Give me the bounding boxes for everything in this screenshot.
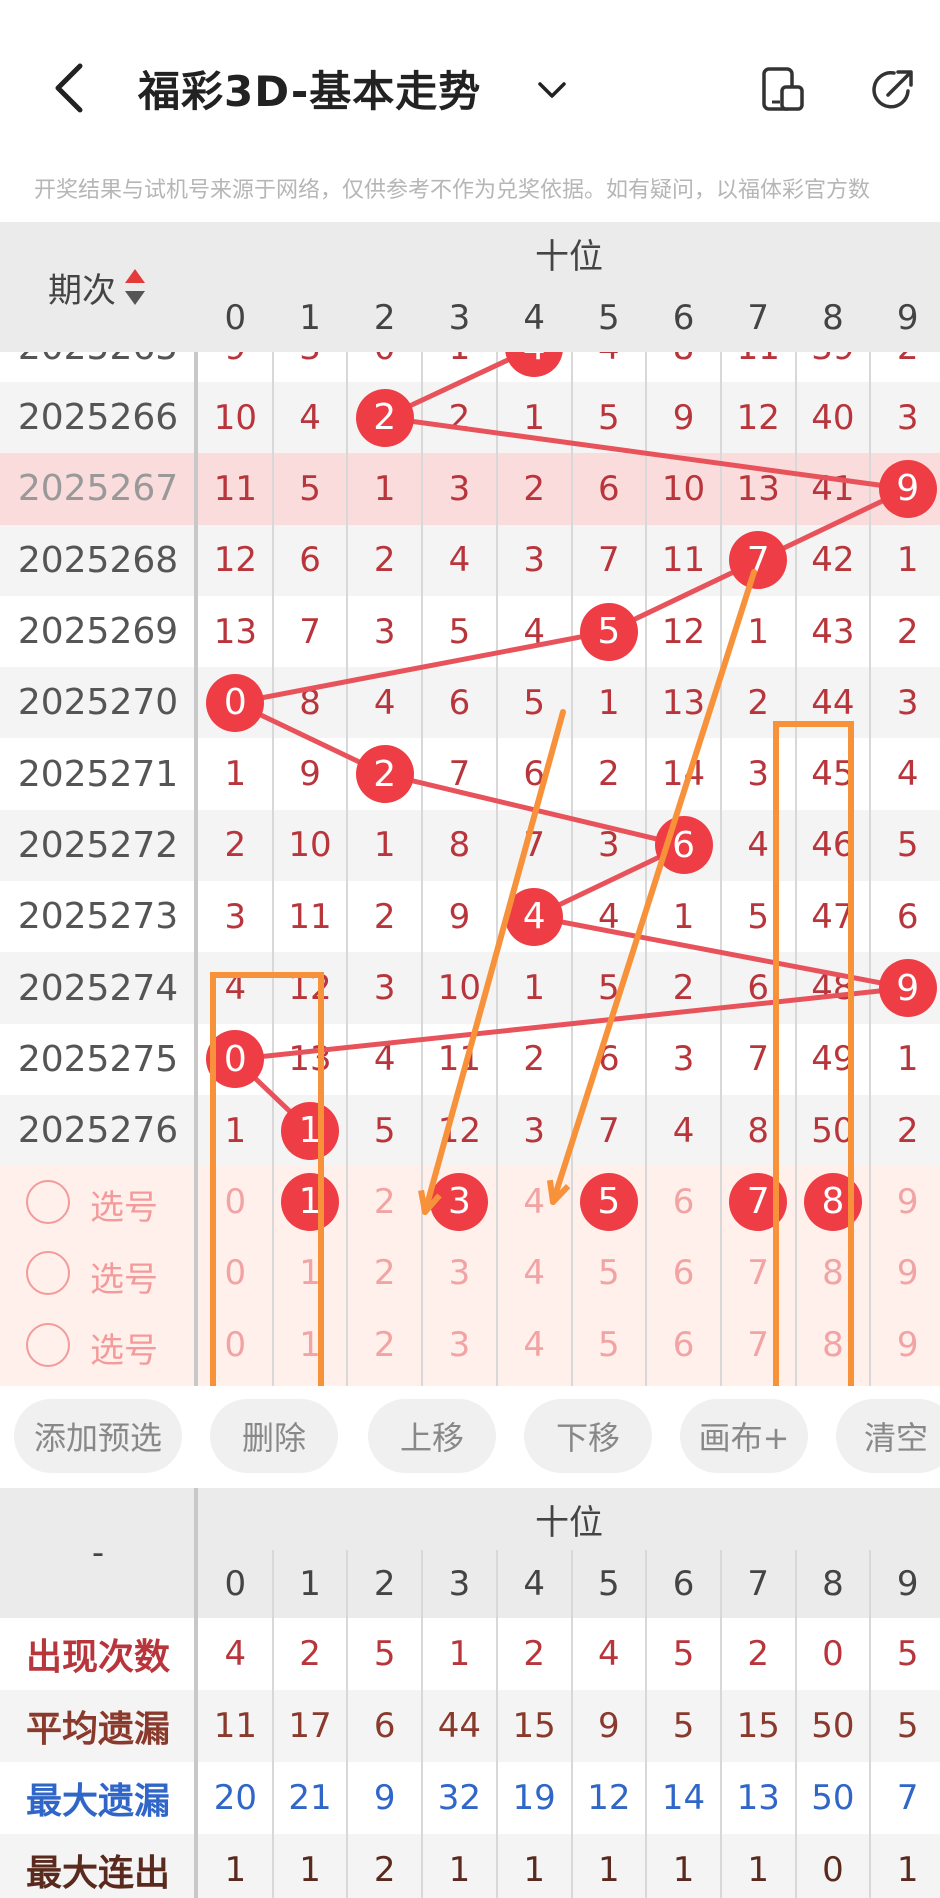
app-header: 福彩3D-基本走势 bbox=[0, 0, 940, 150]
action-button[interactable]: 清空 bbox=[836, 1399, 940, 1473]
page-title[interactable]: 福彩3D-基本走势 bbox=[138, 58, 481, 119]
stats-column-header: 1 bbox=[299, 1564, 321, 1604]
chevron-down-icon[interactable] bbox=[532, 70, 572, 110]
stats-cell: 1 bbox=[224, 1850, 247, 1890]
action-button[interactable]: 上移 bbox=[368, 1399, 496, 1473]
stats-cell: 1 bbox=[523, 1850, 545, 1890]
stats-cell: 11 bbox=[213, 1706, 257, 1746]
stats-corner: - bbox=[91, 1533, 105, 1573]
stats-cell: 20 bbox=[213, 1778, 257, 1818]
annotation-box-left bbox=[210, 972, 324, 1386]
stats-cell: 4 bbox=[598, 1634, 620, 1674]
stats-cell: 15 bbox=[736, 1706, 780, 1746]
annotation-box-right bbox=[773, 721, 854, 1386]
stats-column-header: 8 bbox=[822, 1564, 844, 1604]
action-button[interactable]: 画布+ bbox=[680, 1399, 808, 1473]
stats-cell: 2 bbox=[373, 1850, 396, 1890]
stats-cell: 50 bbox=[811, 1778, 855, 1818]
stats-cell: 9 bbox=[373, 1778, 396, 1818]
stats-cell: 13 bbox=[736, 1778, 780, 1818]
stats-cell: 5 bbox=[672, 1706, 695, 1746]
chevron-left-icon[interactable] bbox=[40, 58, 100, 118]
stats-cell: 19 bbox=[512, 1778, 556, 1818]
stats-cell: 21 bbox=[288, 1778, 332, 1818]
stats-row-label: 最大遗漏 bbox=[25, 1781, 170, 1822]
stats-cell: 50 bbox=[811, 1706, 855, 1746]
annotation-layer bbox=[210, 569, 854, 1386]
trend-table: 期次 十位 0123456789 20252659301481139220252… bbox=[0, 222, 940, 1386]
stats-cell: 17 bbox=[288, 1706, 332, 1746]
stats-cell: 14 bbox=[661, 1778, 706, 1818]
stats-cell: 2 bbox=[299, 1634, 321, 1674]
stats-column-header: 0 bbox=[224, 1564, 247, 1604]
stats-column-header: 5 bbox=[598, 1564, 620, 1604]
stats-cell: 0 bbox=[822, 1634, 844, 1674]
stats-column-header: 9 bbox=[896, 1564, 919, 1604]
stats-cell: 2 bbox=[523, 1634, 545, 1674]
stats-cell: 6 bbox=[373, 1706, 396, 1746]
stats-column-header: 2 bbox=[373, 1564, 396, 1604]
stats-cell: 9 bbox=[598, 1706, 620, 1746]
stats-cell: 15 bbox=[512, 1706, 556, 1746]
stats-table: - 十位 0 1 2 3 4 5 6 7 8 9 出现次数 4 2 5 1 2 4 5 2 0 5 平均遗漏 11 17 6 44… bbox=[0, 1488, 940, 1898]
stats-cell: 5 bbox=[896, 1706, 919, 1746]
stats-column-header: 6 bbox=[672, 1564, 695, 1604]
stats-cell: 32 bbox=[437, 1778, 482, 1818]
stats-row-label: 最大连出 bbox=[25, 1853, 170, 1894]
stats-cell: 4 bbox=[224, 1634, 247, 1674]
stats-group-header: 十位 bbox=[535, 1502, 603, 1543]
annotation-arrow-2 bbox=[550, 569, 757, 1205]
phone-layout-icon[interactable] bbox=[758, 65, 808, 115]
stats-row-label: 出现次数 bbox=[25, 1637, 170, 1678]
action-button[interactable]: 下移 bbox=[524, 1399, 652, 1473]
stats-cell: 1 bbox=[598, 1850, 620, 1890]
stats-cell: 2 bbox=[747, 1634, 770, 1674]
stats-column-header: 7 bbox=[747, 1564, 770, 1604]
stats-cell: 7 bbox=[896, 1778, 919, 1818]
stats-cell: 1 bbox=[448, 1850, 471, 1890]
stats-cell: 0 bbox=[822, 1850, 844, 1890]
stats-column-header: 4 bbox=[523, 1564, 545, 1604]
stats-cell: 1 bbox=[672, 1850, 695, 1890]
stats-cell: 5 bbox=[373, 1634, 396, 1674]
share-icon[interactable] bbox=[868, 65, 918, 115]
stats-cell: 1 bbox=[747, 1850, 770, 1890]
stats-cell: 5 bbox=[896, 1634, 919, 1674]
stats-cell: 1 bbox=[299, 1850, 321, 1890]
action-button[interactable]: 删除 bbox=[210, 1399, 338, 1473]
stats-cell: 5 bbox=[672, 1634, 695, 1674]
stats-cell: 1 bbox=[448, 1634, 471, 1674]
stats-cell: 1 bbox=[896, 1850, 919, 1890]
stats-cell: 44 bbox=[437, 1706, 482, 1746]
stats-column-header: 3 bbox=[448, 1564, 471, 1604]
stats-row-label: 平均遗漏 bbox=[25, 1709, 170, 1750]
stats-cell: 12 bbox=[587, 1778, 631, 1818]
action-button[interactable]: 添加预选 bbox=[14, 1399, 182, 1473]
annotation-arrow-1 bbox=[422, 709, 566, 1215]
disclaimer-notice: 开奖结果与试机号来源于网络，仅供参考不作为兑奖依据。如有疑问，以福体彩官方数 bbox=[34, 178, 871, 203]
